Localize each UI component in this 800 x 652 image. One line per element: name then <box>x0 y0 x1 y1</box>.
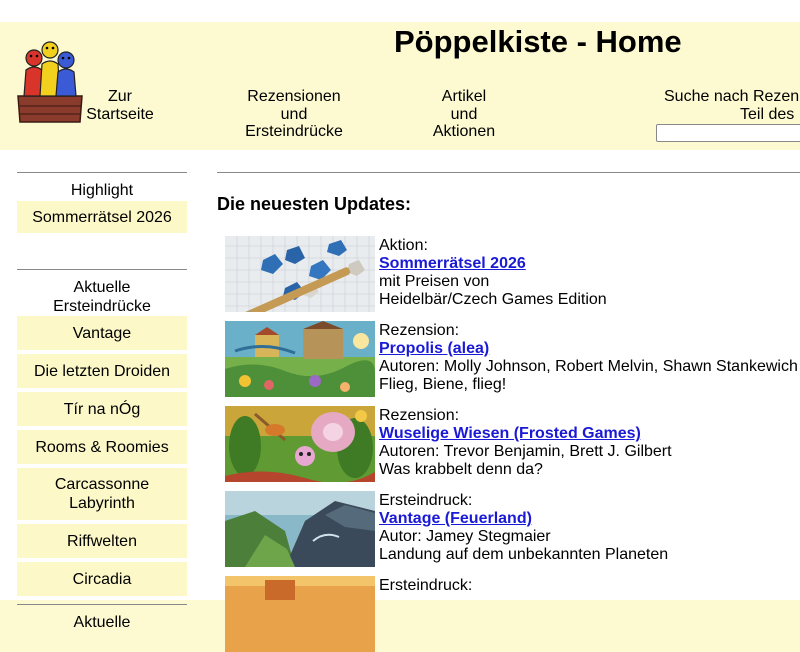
sidebar-item-vantage[interactable]: Vantage <box>17 316 187 350</box>
update-link[interactable]: Propolis (alea) <box>379 340 489 357</box>
sidebar-item-label: Die letzten Droiden <box>33 362 171 380</box>
vantage-cover-icon[interactable] <box>225 491 375 567</box>
search-label: Suche nach Rezen Teil des <box>664 88 800 123</box>
heading-line: Ersteindrücke <box>53 298 151 315</box>
update-entry: Aktion: Sommerrätsel 2026 mit Preisen vo… <box>225 236 800 312</box>
nav-artikel[interactable]: Artikel und Aktionen <box>414 88 514 141</box>
sidebar-item-letzten-droiden[interactable]: Die letzten Droiden <box>17 354 187 388</box>
nav-line: Ersteindrücke <box>245 123 343 140</box>
sidebar-item-label: Labyrinth <box>69 495 135 512</box>
update-text: Ersteindruck: Vantage (Feuerland) Autor:… <box>379 492 668 564</box>
main-area: Highlight Sommerrätsel 2026 Aktuelle Ers… <box>0 150 800 652</box>
nav-line: Zur <box>108 88 132 105</box>
update-type: Ersteindruck: <box>379 577 473 594</box>
sidebar-item-sommerraetsel[interactable]: Sommerrätsel 2026 <box>17 201 187 233</box>
sidebar: Highlight Sommerrätsel 2026 Aktuelle Ers… <box>17 172 187 633</box>
sidebar-heading-ersteindruecke: Aktuelle Ersteindrücke <box>17 270 187 316</box>
update-entry: Ersteindruck: <box>225 576 800 652</box>
sidebar-item-label: Carcassonne <box>54 476 150 493</box>
nav-line: Startseite <box>86 105 154 123</box>
update-entry: Rezension: Wuselige Wiesen (Frosted Game… <box>225 406 800 482</box>
update-line: Autor: Jamey Stegmaier <box>379 528 551 545</box>
heading-line: Aktuelle <box>73 279 131 296</box>
sidebar-item-label: Riffwelten <box>67 532 137 550</box>
dice-photo-icon[interactable] <box>225 236 375 312</box>
sidebar-item-label: Sommerrätsel 2026 <box>32 208 172 226</box>
update-entry: Ersteindruck: Vantage (Feuerland) Autor:… <box>225 491 800 567</box>
propolis-cover-icon[interactable] <box>225 321 375 397</box>
nav-line: Artikel <box>441 88 487 105</box>
nav-startseite[interactable]: Zur Startseite <box>70 88 170 123</box>
sidebar-item-riffwelten[interactable]: Riffwelten <box>17 524 187 558</box>
update-type: Rezension: <box>379 322 460 339</box>
page-title: Pöppelkiste - Home <box>394 24 682 59</box>
search-label-line2: Teil des <box>740 105 795 123</box>
update-text: Aktion: Sommerrätsel 2026 mit Preisen vo… <box>379 237 607 309</box>
sidebar-item-carcassonne-labyrinth[interactable]: Carcassonne Labyrinth <box>17 468 187 520</box>
nav-rezensionen[interactable]: Rezensionen und Ersteindrücke <box>234 88 354 141</box>
sidebar-heading-highlight: Highlight <box>70 182 134 199</box>
sidebar-heading-aktuelle: Aktuelle <box>73 614 131 631</box>
sidebar-item-label: Tír na nÓg <box>63 400 141 418</box>
content-divider <box>217 172 800 173</box>
update-text: Ersteindruck: <box>379 577 472 595</box>
wuselige-wiesen-cover-icon[interactable] <box>225 406 375 482</box>
sidebar-item-circadia[interactable]: Circadia <box>17 562 187 596</box>
top-strip <box>0 0 800 22</box>
sidebar-item-tir-na-nog[interactable]: Tír na nÓg <box>17 392 187 426</box>
update-line: Flieg, Biene, flieg! <box>379 376 507 393</box>
update-line: mit Preisen von <box>379 273 490 290</box>
update-line: Heidelbär/Czech Games Edition <box>379 291 607 308</box>
update-line: Was krabbelt denn da? <box>379 461 543 478</box>
game-cover-icon[interactable] <box>225 576 375 652</box>
update-line: Landung auf dem unbekannten Planeten <box>379 546 669 563</box>
update-link[interactable]: Wuselige Wiesen (Frosted Games) <box>379 425 641 442</box>
update-link[interactable]: Vantage (Feuerland) <box>379 510 532 527</box>
update-type: Rezension: <box>379 407 460 424</box>
sidebar-item-label: Rooms & Roomies <box>35 438 169 456</box>
nav-line: und <box>450 105 478 123</box>
sidebar-item-rooms-roomies[interactable]: Rooms & Roomies <box>17 430 187 464</box>
update-type: Aktion: <box>379 237 428 254</box>
sidebar-item-label: Vantage <box>72 324 132 342</box>
update-line: Autoren: Trevor Benjamin, Brett J. Gilbe… <box>379 443 672 460</box>
header: Pöppelkiste - Home Zur Startseite Rezens… <box>0 22 800 150</box>
update-type: Ersteindruck: <box>379 492 473 509</box>
updates-title: Die neuesten Updates: <box>217 194 412 214</box>
nav-line: und <box>280 105 308 123</box>
update-text: Rezension: Wuselige Wiesen (Frosted Game… <box>379 407 672 479</box>
nav-line: Aktionen <box>432 123 496 140</box>
search-input[interactable] <box>656 124 800 142</box>
nav-line: Rezensionen <box>247 88 341 105</box>
search-label-line1: Suche nach Rezen <box>664 88 800 105</box>
update-entry: Rezension: Propolis (alea) Autoren: Moll… <box>225 321 800 397</box>
update-text: Rezension: Propolis (alea) Autoren: Moll… <box>379 322 798 394</box>
update-line: Autoren: Molly Johnson, Robert Melvin, S… <box>379 358 798 375</box>
update-link[interactable]: Sommerrätsel 2026 <box>379 255 526 272</box>
sidebar-item-label: Circadia <box>72 570 132 588</box>
